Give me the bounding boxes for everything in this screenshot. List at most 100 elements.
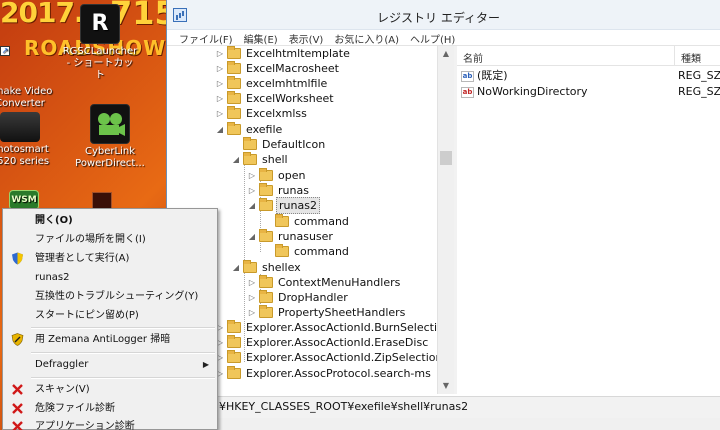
menu-item-open[interactable]: 開く(O) — [3, 211, 217, 230]
folder-icon — [227, 366, 241, 379]
context-menu[interactable]: 開く(O) ファイルの場所を開く(I) 管理者として実行(A) runas2 互… — [2, 208, 218, 430]
regedit-icon — [173, 8, 187, 22]
folder-icon — [259, 290, 273, 303]
tree-item[interactable]: ◢ exefile — [215, 122, 284, 137]
expand-arrow-icon[interactable]: ▷ — [215, 106, 225, 121]
value-row[interactable]: ab NoWorkingDirectory REG_SZ — [461, 84, 720, 100]
value-row[interactable]: ab (既定) REG_SZ — [461, 68, 720, 84]
expand-arrow-icon[interactable]: ▷ — [247, 168, 257, 183]
column-header-name[interactable]: 名前 — [457, 46, 675, 65]
folder-icon — [243, 137, 257, 150]
scroll-up-arrow-icon[interactable]: ▲ — [438, 46, 454, 62]
antivirus-icon — [12, 384, 23, 395]
folder-icon — [227, 335, 241, 348]
menu-view[interactable]: 表示(V) — [285, 30, 328, 46]
tree-item[interactable]: ◢ runasuser — [247, 229, 335, 244]
tree-item[interactable]: ▷ Explorer.AssocProtocol.search-ms — [215, 366, 433, 381]
expand-arrow-icon[interactable]: ▷ — [215, 91, 225, 106]
submenu-arrow-icon: ▶ — [202, 360, 209, 369]
expand-arrow-icon[interactable]: ▷ — [247, 305, 257, 320]
column-header-type[interactable]: 種類 — [675, 46, 720, 65]
collapse-arrow-icon[interactable]: ◢ — [231, 260, 241, 275]
expand-arrow-icon[interactable]: ▷ — [215, 76, 225, 91]
menu-item-run-as-admin[interactable]: 管理者として実行(A) — [3, 249, 217, 268]
tree-item[interactable]: ▷ runas — [247, 183, 311, 198]
wsm-icon: WSM — [9, 190, 39, 210]
menu-help[interactable]: ヘルプ(H) — [406, 30, 459, 46]
shortcut-arrow-icon: ↗ — [0, 46, 10, 56]
tree-item[interactable]: ▷ DropHandler — [247, 290, 350, 305]
folder-icon — [259, 275, 273, 288]
antivirus-icon — [12, 421, 23, 430]
folder-icon — [227, 122, 241, 135]
menu-separator — [31, 327, 215, 329]
expand-arrow-icon[interactable]: ▷ — [247, 290, 257, 305]
string-value-icon: ab — [461, 86, 474, 98]
menu-item-defraggler[interactable]: Defraggler ▶ — [3, 355, 217, 374]
collapse-arrow-icon[interactable]: ◢ — [247, 198, 257, 213]
tree-item[interactable]: ▷ Explorer.AssocActionId.BurnSelection — [215, 320, 448, 335]
menu-item-runas2[interactable]: runas2 — [3, 268, 217, 287]
expand-arrow-icon[interactable]: ▷ — [247, 183, 257, 198]
folder-icon — [227, 46, 241, 59]
folder-icon — [259, 305, 273, 318]
menu-file[interactable]: ファイル(F) — [175, 30, 237, 46]
collapse-arrow-icon[interactable]: ◢ — [247, 229, 257, 244]
expand-arrow-icon[interactable]: ▷ — [215, 61, 225, 76]
folder-icon — [227, 106, 241, 119]
menu-item-zemana[interactable]: 用 Zemana AntiLogger 掃暗 — [3, 330, 217, 349]
tree-item[interactable]: ▷ open — [247, 168, 307, 183]
menu-favorites[interactable]: お気に入り(A) — [330, 30, 403, 46]
tree-item[interactable]: ▷ Explorer.AssocActionId.EraseDisc — [215, 335, 430, 350]
collapse-arrow-icon[interactable]: ◢ — [215, 122, 225, 137]
menu-item-risk-file-check[interactable]: 危険ファイル診断 — [3, 399, 217, 418]
menu-item-compat-troubleshoot[interactable]: 互換性のトラブルシューティング(Y) — [3, 287, 217, 306]
expand-arrow-icon[interactable]: ▷ — [247, 275, 257, 290]
values-pane[interactable]: 名前 種類 ab (既定) REG_SZ ab NoWorkingDirecto… — [457, 46, 720, 394]
folder-icon — [227, 76, 241, 89]
tree-item[interactable]: DefaultIcon — [231, 137, 327, 152]
collapse-arrow-icon[interactable]: ◢ — [231, 152, 241, 167]
title-bar[interactable]: レジストリ エディター — [167, 0, 720, 30]
rockstar-icon: R — [80, 4, 120, 44]
folder-icon — [275, 244, 289, 257]
menu-item-scan[interactable]: スキャン(V) — [3, 380, 217, 399]
antivirus-icon — [12, 403, 23, 414]
tree-item[interactable]: ▷ ContextMenuHandlers — [247, 275, 402, 290]
tree-item[interactable]: command — [263, 214, 351, 229]
desktop-icon-rgsclauncher[interactable]: R RGSCLauncher - ショートカット — [62, 4, 138, 82]
menu-separator — [31, 377, 215, 379]
folder-icon — [227, 320, 241, 333]
menu-item-app-check[interactable]: アプリケーション診断 — [3, 417, 217, 430]
scroll-thumb[interactable] — [440, 151, 452, 165]
tree-item[interactable]: ▷ ExcelWorksheet — [215, 91, 336, 106]
folder-icon — [227, 91, 241, 104]
desktop-icon-photosmart[interactable]: Photosmart 5520 series — [0, 104, 58, 168]
folder-icon — [243, 152, 257, 165]
status-bar: ¥HKEY_CLASSES_ROOT¥exefile¥shell¥runas2 — [167, 396, 720, 418]
scroll-down-arrow-icon[interactable]: ▼ — [438, 378, 454, 394]
string-value-icon: ab — [461, 70, 474, 82]
tree-item[interactable]: ▷ Excelxmlss — [215, 106, 309, 121]
menu-bar: ファイル(F) 編集(E) 表示(V) お気に入り(A) ヘルプ(H) — [167, 30, 720, 46]
desktop-icon-powerdirector[interactable]: CyberLink PowerDirect... — [72, 104, 148, 170]
tree-item[interactable]: ▷ Excelhtmltemplate — [215, 46, 352, 61]
tree-scrollbar[interactable]: ▲ ▼ — [437, 46, 454, 394]
tree-item[interactable]: ▷ excelmhtmlfile — [215, 76, 329, 91]
menu-item-pin-to-start[interactable]: スタートにピン留め(P) — [3, 306, 217, 325]
menu-separator — [31, 352, 215, 354]
tree-item[interactable]: ▷ ExcelMacrosheet — [215, 61, 341, 76]
desktop-icon-video-converter[interactable]: ↗ emake Video Converter — [0, 44, 58, 110]
tree-item-selected[interactable]: ◢ runas2 — [247, 197, 320, 214]
uac-shield-icon — [12, 252, 23, 265]
menu-edit[interactable]: 編集(E) — [240, 30, 282, 46]
tree-item[interactable]: ◢ shellex — [231, 260, 303, 275]
values-header: 名前 種類 — [457, 46, 720, 66]
expand-arrow-icon[interactable]: ▷ — [215, 46, 225, 61]
tree-item[interactable]: ◢ shell — [231, 152, 290, 167]
registry-editor-window[interactable]: レジストリ エディター ファイル(F) 編集(E) 表示(V) お気に入り(A)… — [166, 0, 720, 430]
tree-item[interactable]: command — [263, 244, 351, 259]
tree-item[interactable]: ▷ Explorer.AssocActionId.ZipSelection — [215, 350, 445, 365]
menu-item-open-location[interactable]: ファイルの場所を開く(I) — [3, 230, 217, 249]
tree-item[interactable]: ▷ PropertySheetHandlers — [247, 305, 407, 320]
